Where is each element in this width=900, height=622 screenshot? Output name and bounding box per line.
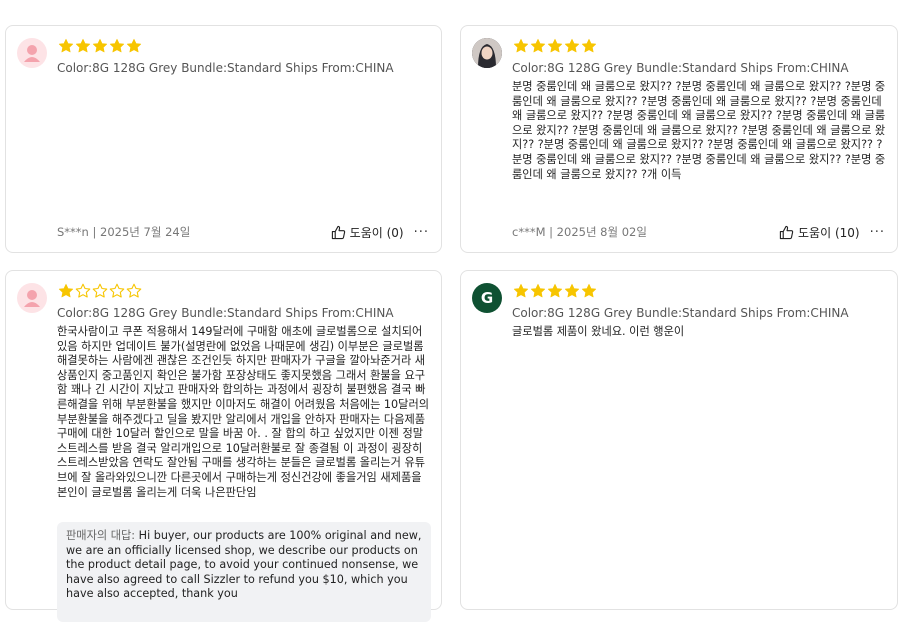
star-empty-icon	[126, 283, 142, 298]
review-footer: c***M | 2025년 8월 02일 도움이 (10) ···	[512, 222, 885, 242]
star-empty-icon	[109, 283, 125, 298]
helpful-button[interactable]: 도움이 (0) ···	[331, 224, 429, 241]
star-filled-icon	[92, 38, 108, 53]
letter-avatar: G	[472, 283, 502, 313]
user-photo-avatar	[472, 38, 502, 68]
thumbs-up-icon	[331, 225, 345, 239]
star-rating	[58, 38, 142, 54]
default-user-icon	[17, 38, 47, 68]
review-text: 한국사람이고 쿠폰 적용해서 149달러에 구매함 애초에 글로벌롬으로 설치되…	[57, 325, 430, 499]
star-empty-icon	[75, 283, 91, 298]
star-filled-icon	[513, 283, 529, 298]
more-dots-icon[interactable]: ···	[414, 225, 429, 240]
star-filled-icon	[547, 283, 563, 298]
star-filled-icon	[513, 38, 529, 53]
sku-info: Color:8G 128G Grey Bundle:Standard Ships…	[57, 61, 394, 75]
star-rating	[58, 283, 142, 299]
review-card: Color:8G 128G Grey Bundle:Standard Ships…	[5, 25, 442, 253]
review-author-date: S***n | 2025년 7월 24일	[57, 225, 191, 239]
sku-info: Color:8G 128G Grey Bundle:Standard Ships…	[512, 306, 849, 320]
sku-info: Color:8G 128G Grey Bundle:Standard Ships…	[57, 306, 394, 320]
seller-reply-label: 판매자의 대답:	[66, 529, 136, 542]
default-user-icon	[17, 283, 47, 313]
review-author-date: c***M | 2025년 8월 02일	[512, 225, 647, 239]
star-filled-icon	[530, 283, 546, 298]
star-filled-icon	[75, 38, 91, 53]
review-footer: S***n | 2025년 7월 24일 도움이 (0) ···	[57, 222, 429, 242]
review-card: G Color:8G 128G Grey Bundle:Standard Shi…	[460, 270, 898, 610]
star-filled-icon	[58, 283, 74, 298]
review-card: Color:8G 128G Grey Bundle:Standard Ships…	[460, 25, 898, 253]
star-filled-icon	[547, 38, 563, 53]
star-rating	[513, 283, 597, 299]
star-filled-icon	[581, 283, 597, 298]
star-filled-icon	[126, 38, 142, 53]
review-card: Color:8G 128G Grey Bundle:Standard Ships…	[5, 270, 442, 622]
thumbs-up-icon	[779, 225, 794, 239]
more-dots-icon[interactable]: ···	[870, 225, 885, 240]
star-filled-icon	[564, 283, 580, 298]
review-text: 글로벌롬 제품이 왔네요. 이런 행운이	[512, 325, 685, 338]
star-filled-icon	[564, 38, 580, 53]
star-filled-icon	[530, 38, 546, 53]
sku-info: Color:8G 128G Grey Bundle:Standard Ships…	[512, 61, 849, 75]
star-filled-icon	[581, 38, 597, 53]
star-empty-icon	[92, 283, 108, 298]
star-filled-icon	[109, 38, 125, 53]
helpful-count: 도움이 (0)	[349, 225, 404, 240]
seller-reply: 판매자의 대답: Hi buyer, our products are 100%…	[57, 522, 431, 622]
review-text: 분명 중룸인데 왜 글룸으로 왔지?? ?분명 중룸인데 왜 글룸으로 왔지??…	[512, 80, 886, 181]
helpful-button[interactable]: 도움이 (10) ···	[779, 224, 885, 241]
star-rating	[513, 38, 597, 54]
helpful-count: 도움이 (10)	[798, 225, 860, 240]
star-filled-icon	[58, 38, 74, 53]
